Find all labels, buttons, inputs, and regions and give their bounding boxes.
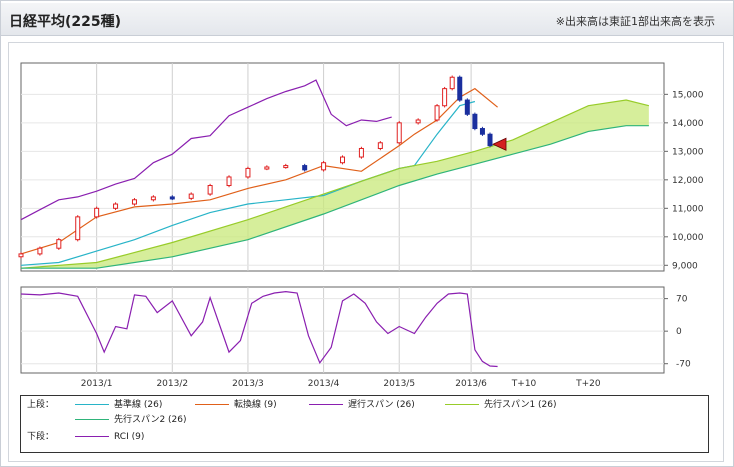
candle-body xyxy=(415,119,421,124)
candle-body xyxy=(37,247,43,255)
candle-body xyxy=(321,162,327,171)
page-title: 日経平均(225種) xyxy=(9,14,122,30)
legend-row-upper: 上段： 基準線 (26) 転換線 (9) 遅行スパン (26) 先行スパン1 (… xyxy=(27,398,707,412)
legend-label-kijun: 基準線 (26) xyxy=(114,400,163,410)
header-bar: 日経平均(225種) ※出来高は東証1部出来高を表示 xyxy=(1,3,733,36)
legend-swatch-chikou xyxy=(309,404,343,405)
legend-item-span2: 先行スパン2 (26) xyxy=(75,413,187,427)
legend-label-span2: 先行スパン2 (26) xyxy=(114,415,187,425)
y-tick-label: 14,000 xyxy=(672,119,704,129)
candle-body xyxy=(56,239,62,249)
legend-label-rci: RCI (9) xyxy=(114,432,145,442)
legend-lower-label: 下段： xyxy=(27,432,55,442)
candle-body xyxy=(449,76,455,90)
candle-body xyxy=(464,99,470,115)
legend-row-upper-2: 先行スパン2 (26) xyxy=(27,413,707,427)
legend-swatch-tenkan xyxy=(195,404,229,405)
x-tick-label: 2013/5 xyxy=(383,379,415,389)
x-tick-label: 2013/6 xyxy=(455,379,487,389)
candle-body xyxy=(113,203,119,209)
candle-body xyxy=(340,156,345,164)
x-tick-label: 2013/3 xyxy=(232,379,264,389)
candle-body xyxy=(94,207,100,218)
rci-tick-label: 70 xyxy=(676,295,688,305)
candle-body xyxy=(264,166,270,170)
candle-body xyxy=(169,196,175,200)
y-tick-label: 10,000 xyxy=(672,233,704,243)
candle-body xyxy=(442,88,448,107)
legend-item-tenkan: 転換線 (9) xyxy=(195,398,277,412)
rci-tick-label: -70 xyxy=(676,360,691,370)
legend-item-chikou: 遅行スパン (26) xyxy=(309,398,415,412)
legend-label-span1: 先行スパン1 (26) xyxy=(484,400,557,410)
legend-swatch-span2 xyxy=(75,419,109,420)
candle-body xyxy=(245,167,251,178)
candle-body xyxy=(479,128,485,135)
legend-upper-label: 上段： xyxy=(27,400,55,410)
y-tick-label: 15,000 xyxy=(672,90,704,100)
candle-body xyxy=(487,133,493,147)
candle-body xyxy=(283,165,289,169)
candle-body xyxy=(188,193,194,199)
candle-body xyxy=(358,147,364,158)
x-tick-label: 2013/2 xyxy=(156,379,188,389)
candle-body xyxy=(226,176,232,187)
candle-body xyxy=(302,165,308,171)
legend-swatch-rci xyxy=(75,436,109,437)
candle-body xyxy=(396,122,402,144)
candle-body xyxy=(457,76,463,101)
candle-body xyxy=(75,216,81,241)
x-tick-label: 2013/4 xyxy=(308,379,340,389)
volume-note: ※出来高は東証1部出来高を表示 xyxy=(555,15,715,28)
y-tick-label: 11,000 xyxy=(672,204,704,214)
x-tick-label: 2013/1 xyxy=(81,379,113,389)
lower-plot-area xyxy=(20,286,665,374)
legend-item-kijun: 基準線 (26) xyxy=(75,398,162,412)
x-tick-label: T+10 xyxy=(511,379,537,389)
rci-tick-label: 0 xyxy=(676,327,682,337)
candle-body xyxy=(472,113,478,130)
y-tick-label: 9,000 xyxy=(672,261,698,271)
candle-body xyxy=(434,105,440,121)
legend-label-tenkan: 転換線 (9) xyxy=(234,400,277,410)
legend-label-chikou: 遅行スパン (26) xyxy=(348,400,415,410)
candle-body xyxy=(131,199,137,205)
x-tick-label: T+20 xyxy=(575,379,601,389)
y-tick-label: 13,000 xyxy=(672,147,704,157)
legend-swatch-span1 xyxy=(445,404,479,405)
legend-box: 上段： 基準線 (26) 転換線 (9) 遅行スパン (26) 先行スパン1 (… xyxy=(20,395,709,453)
legend-item-rci: RCI (9) xyxy=(75,430,144,444)
candle-body xyxy=(18,253,24,258)
legend-row-lower: 下段： RCI (9) xyxy=(27,430,707,444)
candle-body xyxy=(207,185,213,195)
legend-item-span1: 先行スパン1 (26) xyxy=(445,398,557,412)
candle-body xyxy=(150,196,156,201)
legend-swatch-kijun xyxy=(75,404,109,405)
y-tick-label: 12,000 xyxy=(672,176,704,186)
candle-body xyxy=(377,142,383,149)
